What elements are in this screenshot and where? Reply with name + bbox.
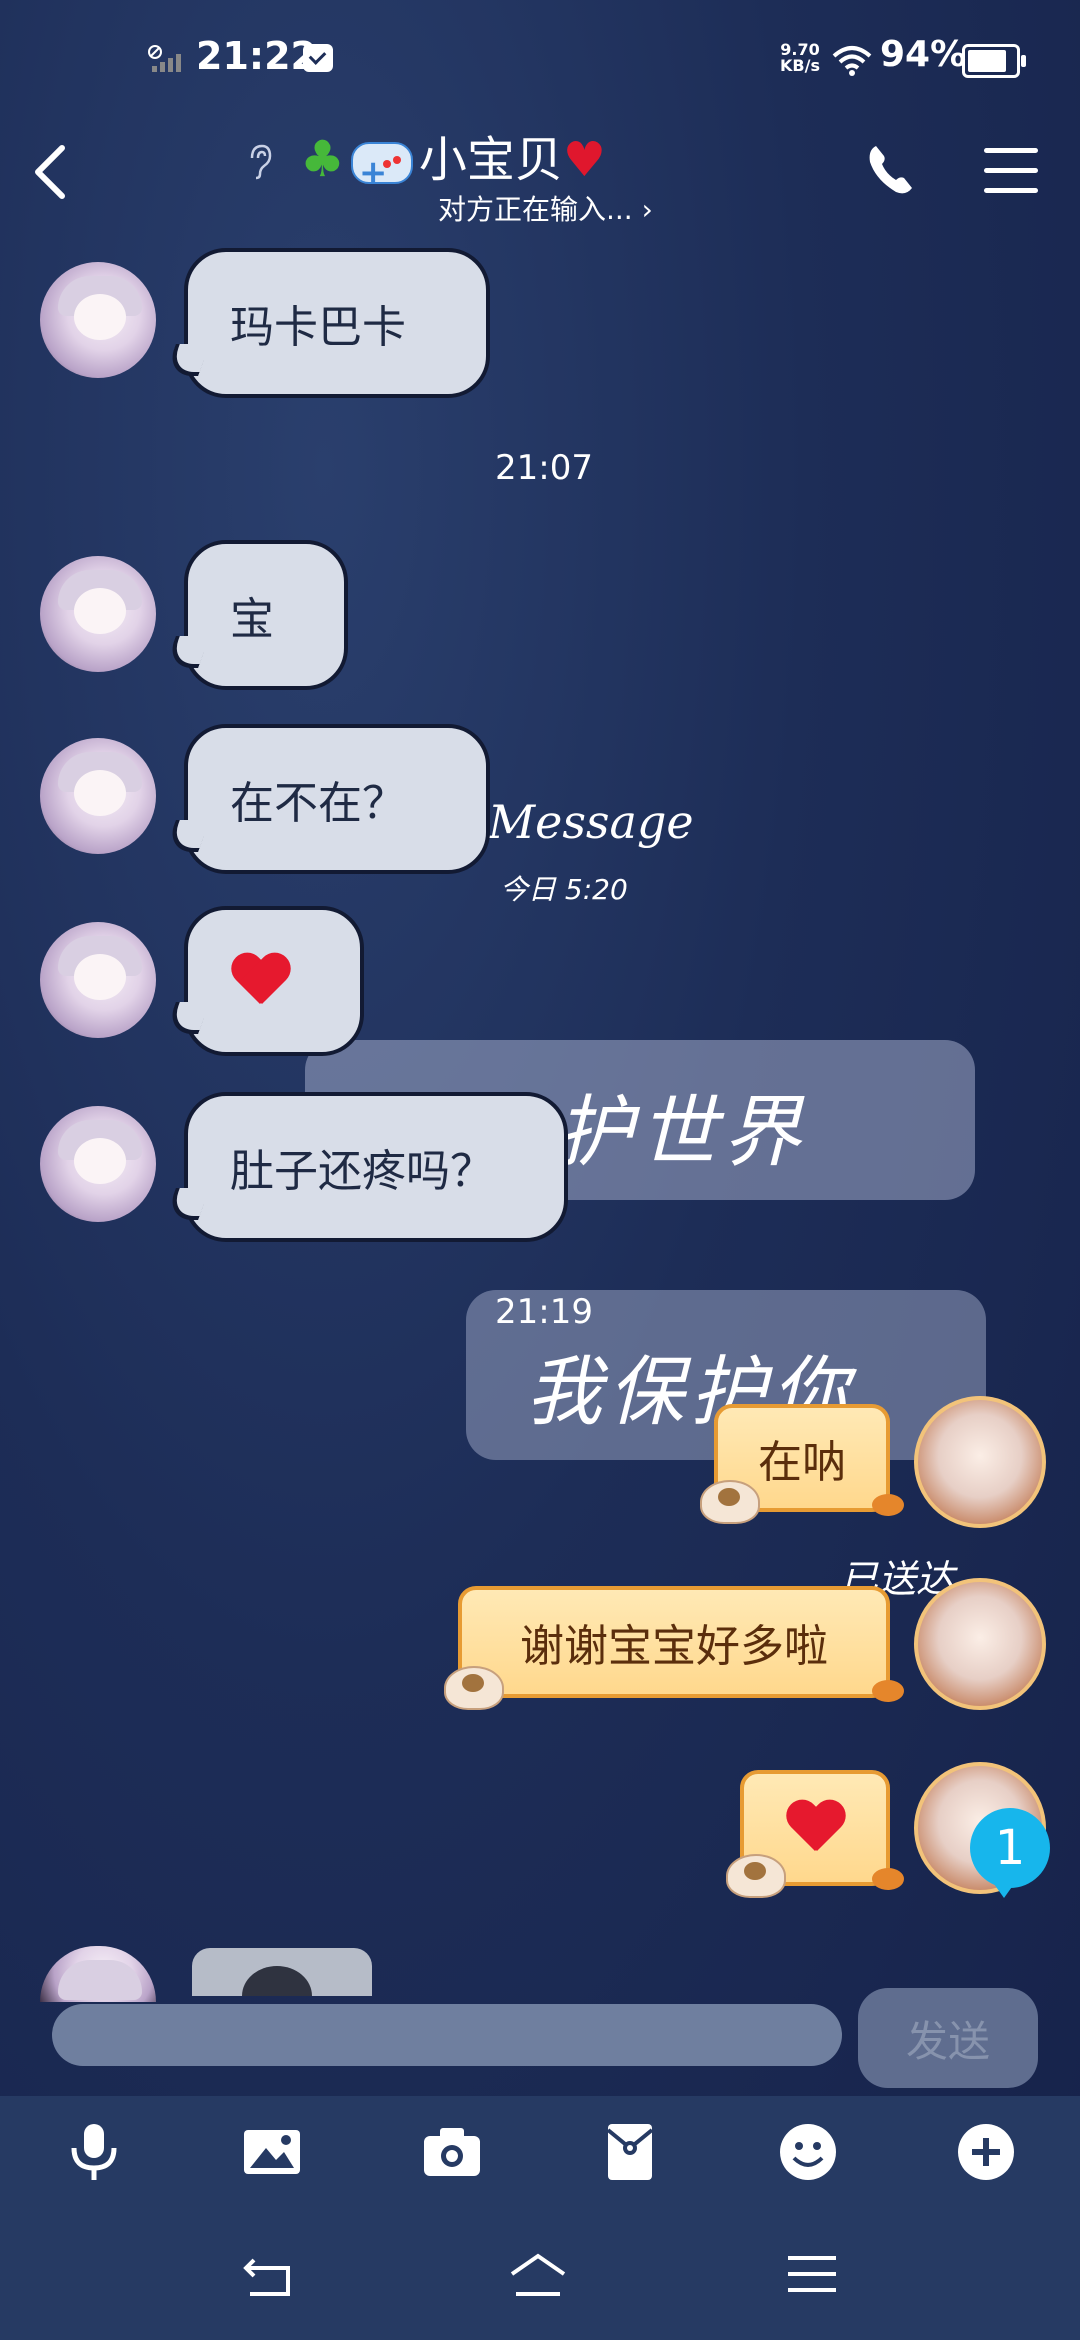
timestamp: 21:19	[495, 1292, 593, 1332]
avatar[interactable]	[40, 1946, 156, 2002]
timestamp: 21:07	[495, 448, 593, 488]
emoji-icon[interactable]	[776, 2120, 840, 2184]
wallpaper-message-word: Message	[488, 795, 694, 849]
wallpaper-bubble-text: 护世界	[555, 1088, 808, 1178]
message-text: 肚子还疼吗？	[230, 1146, 494, 1197]
message-input[interactable]	[52, 2004, 842, 2066]
message-text: 在不在？	[230, 778, 406, 829]
status-time: 21:22	[196, 34, 317, 78]
microphone-icon[interactable]	[62, 2120, 126, 2184]
message-bubble[interactable]: 谢谢宝宝好多啦	[444, 1586, 904, 1710]
phone-icon[interactable]	[864, 142, 916, 198]
message-text: 在呐	[758, 1437, 846, 1488]
typing-status[interactable]: 对方正在输入... ›	[438, 188, 653, 228]
chevron-right-icon: ›	[632, 193, 653, 226]
chat-title[interactable]: ♣ 小宝贝♥	[300, 124, 606, 208]
ear-icon	[250, 144, 272, 180]
message-bubble[interactable]	[184, 906, 364, 1056]
my-avatar[interactable]	[914, 1578, 1046, 1710]
back-nav-icon[interactable]	[240, 2250, 300, 2300]
message-bubble[interactable]: 宝	[184, 540, 348, 690]
image-icon[interactable]	[240, 2120, 304, 2184]
send-button[interactable]: 发送	[858, 1988, 1038, 2088]
unread-badge[interactable]: 1	[970, 1808, 1050, 1898]
message-text: 谢谢宝宝好多啦	[520, 1621, 828, 1672]
message-text: 宝	[230, 594, 274, 645]
image-message[interactable]	[192, 1948, 372, 1996]
avatar[interactable]	[40, 262, 156, 378]
heart-icon: ♥	[562, 132, 606, 188]
back-icon[interactable]	[30, 142, 70, 202]
battery-icon	[962, 44, 1026, 78]
message-text: 玛卡巴卡	[230, 302, 406, 353]
avatar[interactable]	[40, 1106, 156, 1222]
battery-percent: 94%	[880, 34, 967, 75]
recents-nav-icon[interactable]	[782, 2250, 842, 2300]
no-signal-icon	[148, 45, 181, 72]
wallpaper-date: 今日 5:20	[500, 873, 628, 906]
contact-name: 小宝贝	[418, 132, 563, 188]
network-speed-unit: KB/s	[780, 56, 820, 75]
toolbar	[0, 2096, 1080, 2208]
my-avatar[interactable]	[914, 1396, 1046, 1528]
status-bar: 21:22 9.70 KB/s 94%	[0, 0, 1080, 120]
heart-emoji-icon	[785, 1801, 845, 1855]
message-bubble[interactable]: 玛卡巴卡	[184, 248, 490, 398]
home-nav-icon[interactable]	[508, 2250, 568, 2300]
typing-status-text: 对方正在输入...	[438, 193, 633, 226]
red-packet-icon[interactable]	[598, 2120, 662, 2184]
wifi-icon	[832, 46, 872, 76]
message-bubble[interactable]: 在呐	[700, 1404, 904, 1524]
network-speed: 9.70 KB/s	[780, 42, 820, 74]
avatar[interactable]	[40, 922, 156, 1038]
notification-icon	[303, 44, 333, 72]
heart-emoji-icon	[230, 954, 290, 1008]
plus-icon[interactable]	[954, 2120, 1018, 2184]
hamster-sticker-icon	[444, 1666, 504, 1710]
message-bubble[interactable]: 在不在？	[184, 724, 490, 874]
message-bubble[interactable]	[726, 1770, 904, 1898]
hamster-sticker-icon	[700, 1480, 760, 1524]
gamepad-icon	[350, 138, 413, 208]
avatar[interactable]	[40, 556, 156, 672]
message-bubble[interactable]: 肚子还疼吗？	[184, 1092, 568, 1242]
hamster-sticker-icon	[726, 1854, 786, 1898]
clover-icon: ♣	[300, 130, 345, 188]
avatar[interactable]	[40, 738, 156, 854]
camera-icon[interactable]	[420, 2120, 484, 2184]
menu-icon[interactable]	[984, 148, 1038, 196]
